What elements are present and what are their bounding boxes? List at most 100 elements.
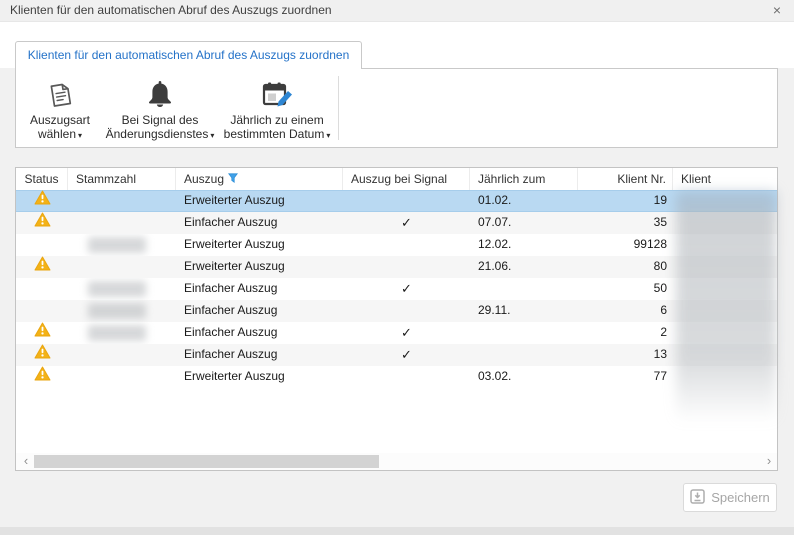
- titlebar: Klienten für den automatischen Abruf des…: [0, 0, 794, 22]
- bei-signal-button[interactable]: Bei Signal des Änderungsdienstes▾: [102, 73, 218, 143]
- jaehrlich-zum-cell: 21.06.: [470, 256, 578, 278]
- auszug-bei-signal-cell: [343, 256, 470, 278]
- klient-nr-cell: 13: [578, 344, 673, 366]
- statement-document-icon: [42, 76, 78, 113]
- auszug-cell: Erweiterter Auszug: [176, 366, 343, 388]
- klient-cell: [673, 344, 777, 366]
- auszug-bei-signal-cell: [343, 190, 470, 212]
- stammzahl-cell: [68, 190, 176, 212]
- button-label: Bei Signal des: [122, 113, 199, 127]
- button-label: Auszugsart: [30, 113, 90, 127]
- check-icon: ✓: [401, 347, 412, 362]
- auszug-bei-signal-cell: ✓: [343, 278, 470, 300]
- chevron-down-icon: ▾: [210, 131, 214, 140]
- klient-cell: [673, 212, 777, 234]
- column-header-auszug[interactable]: Auszug: [176, 168, 343, 190]
- column-label: Status: [24, 169, 58, 190]
- klient-cell: [673, 234, 777, 256]
- redacted-stammzahl: [88, 237, 146, 253]
- toolbar-separator: [338, 76, 339, 140]
- klient-nr-cell: 77: [578, 366, 673, 388]
- filter-funnel-icon[interactable]: [228, 169, 238, 190]
- table-row[interactable]: Einfacher Auszug ✓ 13: [16, 344, 777, 366]
- klient-cell: [673, 256, 777, 278]
- auszug-bei-signal-cell: ✓: [343, 322, 470, 344]
- klient-nr-cell: 50: [578, 278, 673, 300]
- auszug-cell: Einfacher Auszug: [176, 212, 343, 234]
- redacted-stammzahl: [88, 303, 146, 319]
- column-header-status[interactable]: Status: [16, 168, 68, 190]
- warning-icon: [34, 212, 51, 234]
- status-cell: [16, 234, 68, 256]
- tab-label: Klienten für den automatischen Abruf des…: [28, 48, 350, 62]
- column-header-klient[interactable]: Klient: [673, 168, 777, 190]
- klient-cell: [673, 190, 777, 212]
- close-icon[interactable]: ×: [766, 0, 788, 21]
- auszug-cell: Einfacher Auszug: [176, 300, 343, 322]
- auszug-cell: Einfacher Auszug: [176, 344, 343, 366]
- table-row[interactable]: Einfacher Auszug✓50: [16, 278, 777, 300]
- jaehrlich-zum-cell: [470, 344, 578, 366]
- column-label: Stammzahl: [76, 169, 136, 190]
- klient-cell: [673, 278, 777, 300]
- auszug-bei-signal-cell: [343, 234, 470, 256]
- table-row[interactable]: Erweiterter Auszug01.02.19: [16, 190, 777, 212]
- klient-nr-cell: 19: [578, 190, 673, 212]
- column-header-stammzahl[interactable]: Stammzahl: [68, 168, 176, 190]
- jaehrlich-zum-cell: 29.11.: [470, 300, 578, 322]
- button-label: bestimmten Datum: [224, 127, 325, 141]
- calendar-edit-icon: [258, 76, 296, 113]
- jaehrlich-datum-button[interactable]: Jährlich zu einem bestimmten Datum▾: [218, 73, 336, 143]
- scroll-right-icon[interactable]: ›: [761, 453, 777, 470]
- horizontal-scrollbar[interactable]: ‹ ›: [16, 453, 777, 470]
- auszug-bei-signal-cell: ✓: [343, 344, 470, 366]
- column-header-jaehrlich-zum[interactable]: Jährlich zum: [470, 168, 578, 190]
- warning-icon: [34, 344, 51, 366]
- chevron-down-icon: ▾: [326, 131, 330, 140]
- auszug-cell: Einfacher Auszug: [176, 322, 343, 344]
- stammzahl-cell: [68, 322, 176, 344]
- jaehrlich-zum-cell: 07.07.: [470, 212, 578, 234]
- status-cell: [16, 322, 68, 344]
- klient-cell: [673, 322, 777, 344]
- table-row[interactable]: Erweiterter Auszug 03.02.77: [16, 366, 777, 388]
- warning-icon: [34, 256, 51, 278]
- tab-klienten-zuordnen[interactable]: Klienten für den automatischen Abruf des…: [15, 41, 362, 69]
- column-label: Auszug: [184, 169, 224, 190]
- warning-icon: [34, 366, 51, 388]
- stammzahl-cell: [68, 212, 176, 234]
- button-label: Jährlich zu einem: [230, 113, 323, 127]
- scrollbar-thumb[interactable]: [34, 455, 379, 468]
- column-header-auszug-bei-signal[interactable]: Auszug bei Signal: [343, 168, 470, 190]
- klient-nr-cell: 80: [578, 256, 673, 278]
- jaehrlich-zum-cell: 03.02.: [470, 366, 578, 388]
- redacted-stammzahl: [88, 325, 146, 341]
- scroll-left-icon[interactable]: ‹: [18, 453, 34, 470]
- speichern-button[interactable]: Speichern: [683, 483, 777, 512]
- klient-nr-cell: 99128: [578, 234, 673, 256]
- column-label: Auszug bei Signal: [351, 169, 447, 190]
- table-row[interactable]: Einfacher Auszug✓2: [16, 322, 777, 344]
- table-row[interactable]: Erweiterter Auszug12.02.99128: [16, 234, 777, 256]
- klient-cell: [673, 366, 777, 388]
- check-icon: ✓: [401, 215, 412, 230]
- redacted-stammzahl: [88, 281, 146, 297]
- klient-nr-cell: 35: [578, 212, 673, 234]
- status-cell: [16, 190, 68, 212]
- column-label: Klient Nr.: [617, 169, 666, 190]
- stammzahl-cell: [68, 278, 176, 300]
- table-row[interactable]: Einfacher Auszug ✓ 07.07.35: [16, 212, 777, 234]
- button-label: Änderungsdienstes: [106, 127, 209, 141]
- window-bottom-strip: [0, 527, 794, 535]
- column-header-klient-nr[interactable]: Klient Nr.: [578, 168, 673, 190]
- table-header: Status Stammzahl Auszug Auszug bei Signa…: [16, 168, 777, 190]
- check-icon: ✓: [401, 281, 412, 296]
- window-title: Klienten für den automatischen Abruf des…: [10, 0, 332, 21]
- table-row[interactable]: Einfacher Auszug29.11.6: [16, 300, 777, 322]
- stammzahl-cell: [68, 234, 176, 256]
- auszugsart-waehlen-button[interactable]: Auszugsart wählen▾: [18, 73, 102, 143]
- auszug-cell: Erweiterter Auszug: [176, 190, 343, 212]
- status-cell: [16, 278, 68, 300]
- table-row[interactable]: Erweiterter Auszug21.06.80: [16, 256, 777, 278]
- jaehrlich-zum-cell: [470, 278, 578, 300]
